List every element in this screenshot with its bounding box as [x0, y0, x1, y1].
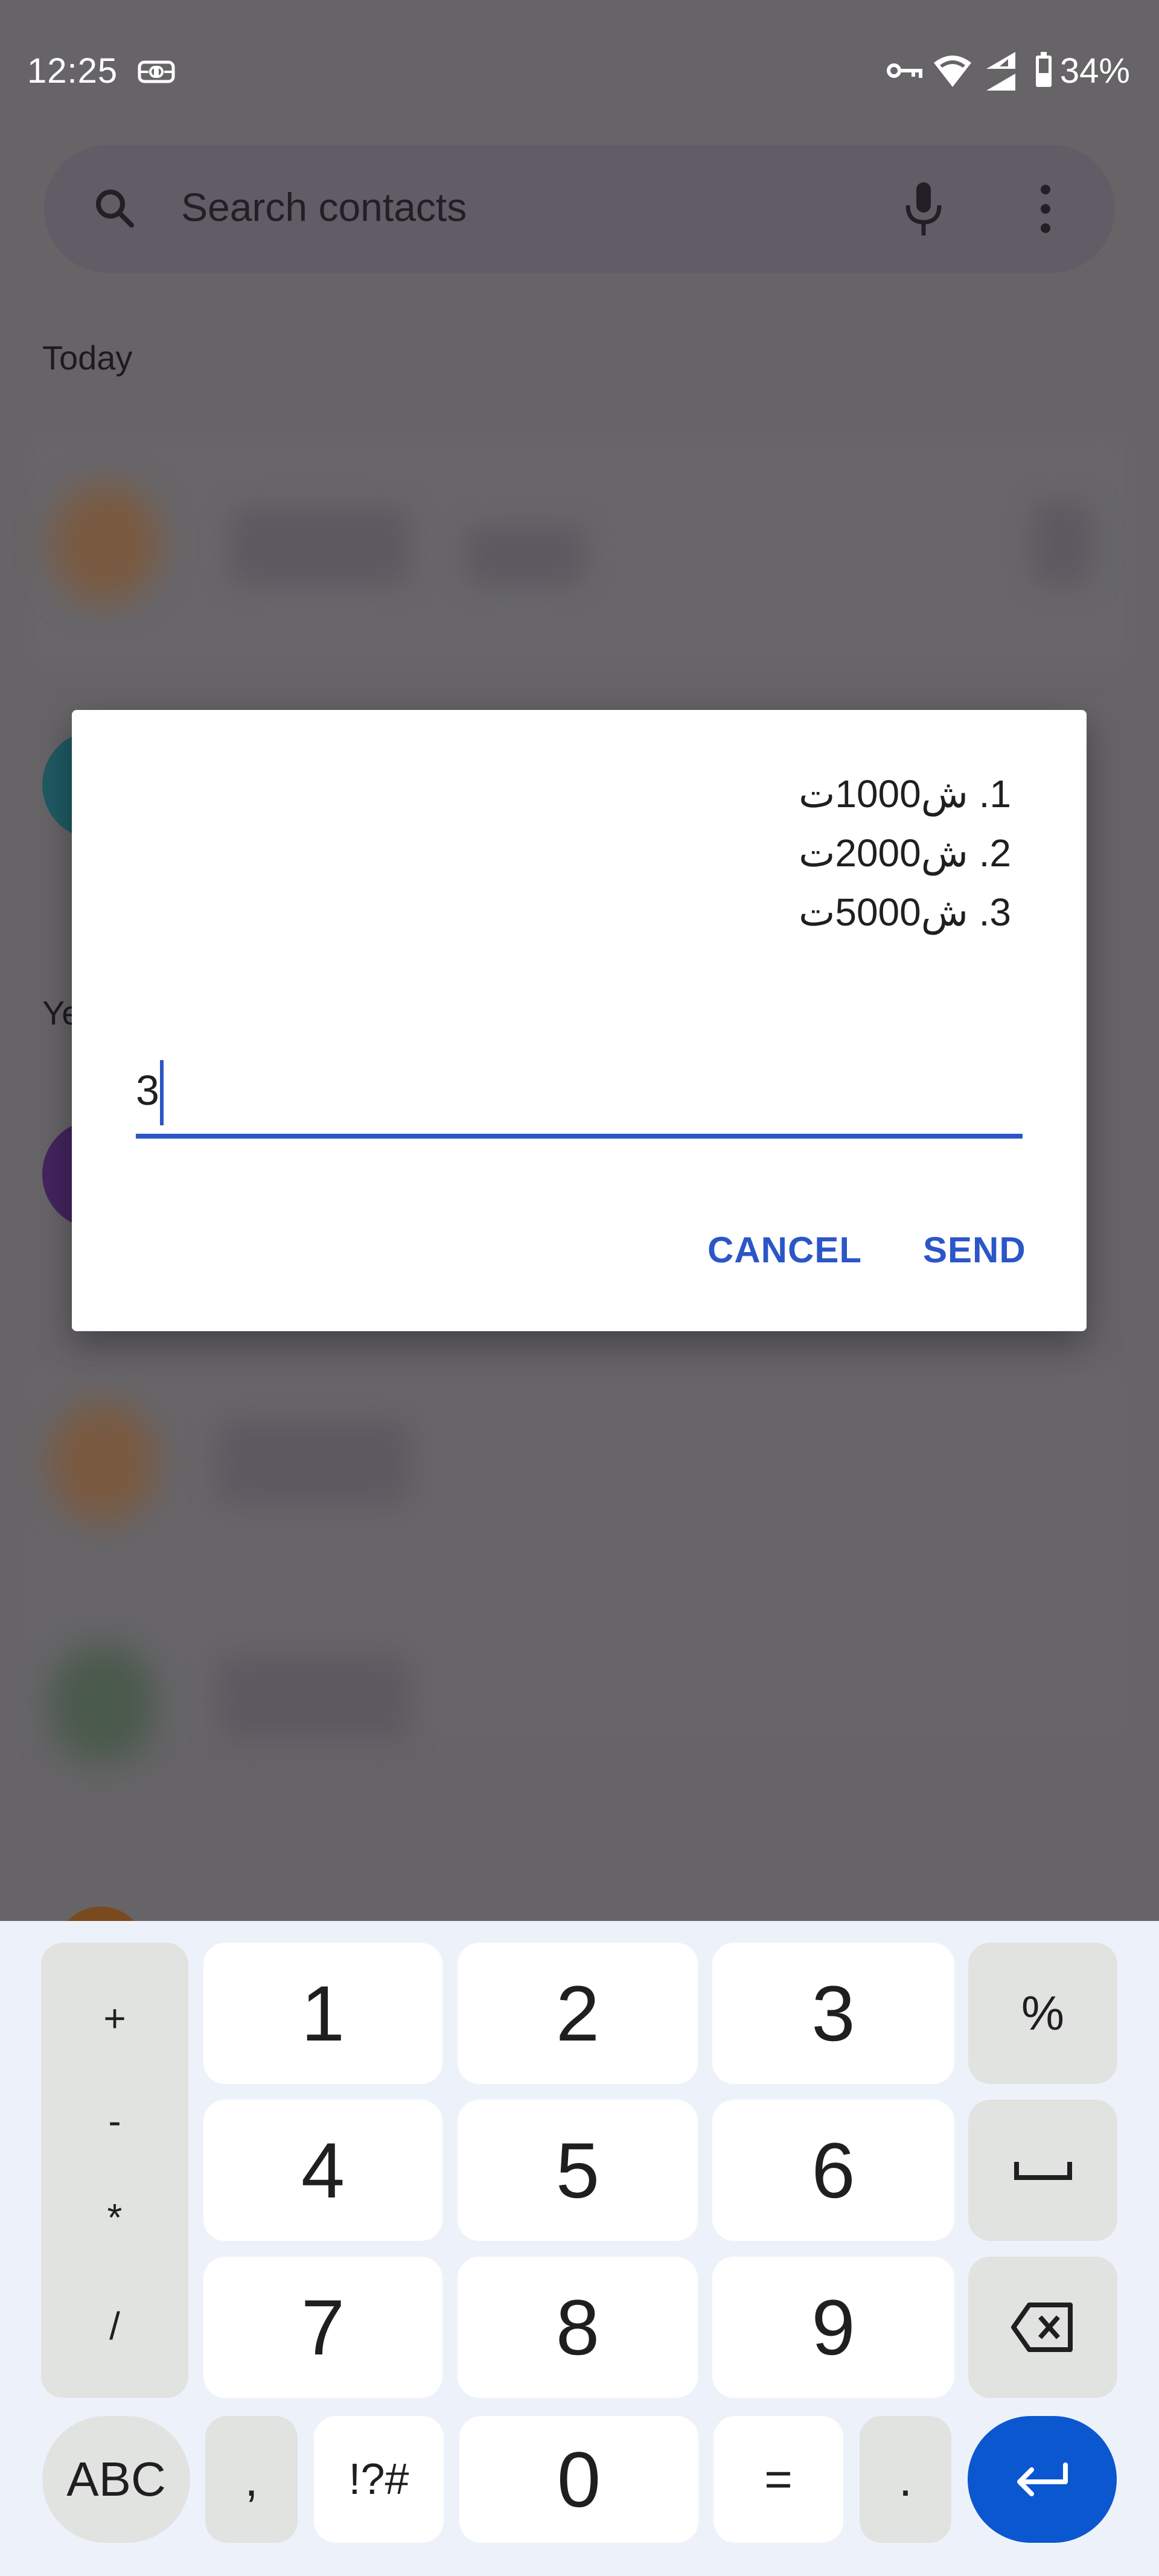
send-button[interactable]: SEND	[923, 1229, 1026, 1271]
operator-key-column[interactable]: + - * /	[41, 1943, 188, 2398]
key-7[interactable]: 7	[203, 2257, 442, 2398]
backspace-icon	[1011, 2303, 1073, 2352]
key-1[interactable]: 1	[203, 1943, 442, 2084]
mic-icon[interactable]	[899, 179, 948, 239]
avatar	[48, 1643, 157, 1764]
key-9[interactable]: 9	[712, 2257, 954, 2398]
contact-name-redacted	[217, 1655, 410, 1740]
search-input[interactable]: Search contacts	[181, 184, 467, 230]
vpn-link-icon	[138, 60, 175, 83]
key-symbols[interactable]: !?#	[314, 2416, 444, 2543]
contact-row-blurred[interactable]	[18, 1366, 1129, 1764]
contact-name-redacted	[217, 1420, 410, 1504]
numeric-keyboard: + - * / 1 2 3 % 4 5 6 7 8 9 ABC , !?# 0 …	[0, 1921, 1159, 2576]
battery-icon	[1035, 52, 1053, 88]
key-equals[interactable]: =	[714, 2416, 843, 2543]
key-abc[interactable]: ABC	[42, 2416, 190, 2543]
menu-option-3: 3. ش5000ت	[799, 890, 1011, 934]
battery-percent: 34%	[1059, 51, 1130, 91]
enter-icon	[1017, 2463, 1068, 2496]
cell-signal-icon	[985, 51, 1017, 92]
key-2[interactable]: 2	[458, 1943, 698, 2084]
key-5[interactable]: 5	[458, 2100, 698, 2241]
key-backspace[interactable]	[968, 2257, 1117, 2398]
input-underline	[136, 1134, 1023, 1139]
key-comma[interactable]: ,	[205, 2416, 298, 2543]
contact-row-blurred[interactable]	[30, 435, 1129, 667]
key-period[interactable]: .	[860, 2416, 951, 2543]
response-input-value: 3	[136, 1067, 159, 1114]
contact-name-redacted	[229, 507, 410, 586]
space-icon	[1014, 2162, 1072, 2180]
more-vert-icon[interactable]	[1033, 184, 1058, 234]
ussd-dialog: 1. ش1000ت 2. ش2000ت 3. ش5000ت 3 CANCEL S…	[72, 710, 1087, 1331]
section-today: Today	[42, 339, 133, 377]
search-icon[interactable]	[91, 184, 139, 232]
status-time: 12:25	[27, 51, 118, 91]
row-bg	[18, 1366, 1129, 1740]
key-minus[interactable]: -	[41, 2098, 188, 2143]
avatar	[48, 1402, 157, 1523]
key-percent[interactable]: %	[968, 1943, 1117, 2084]
key-8[interactable]: 8	[458, 2257, 698, 2398]
key-3[interactable]: 3	[712, 1943, 954, 2084]
key-0[interactable]: 0	[459, 2416, 698, 2543]
dialog-message: 1. ش1000ت 2. ش2000ت 3. ش5000ت	[799, 764, 1011, 942]
contact-detail-redacted	[465, 525, 586, 586]
key-plus[interactable]: +	[41, 1996, 188, 2041]
key-multiply[interactable]: *	[41, 2195, 188, 2240]
key-4[interactable]: 4	[203, 2100, 442, 2241]
key-divide[interactable]: /	[41, 2304, 188, 2348]
wifi-icon	[933, 52, 972, 88]
menu-option-2: 2. ش2000ت	[799, 831, 1011, 875]
call-icon-redacted	[1032, 501, 1093, 586]
key-enter[interactable]	[968, 2416, 1117, 2543]
menu-option-1: 1. ش1000ت	[799, 772, 1011, 816]
avatar	[51, 483, 160, 604]
response-input[interactable]: 3	[136, 1048, 1023, 1139]
key-space[interactable]	[968, 2100, 1117, 2241]
key-6[interactable]: 6	[712, 2100, 954, 2241]
vpn-key-icon	[886, 61, 923, 83]
text-caret	[160, 1060, 164, 1125]
cancel-button[interactable]: CANCEL	[707, 1229, 862, 1271]
